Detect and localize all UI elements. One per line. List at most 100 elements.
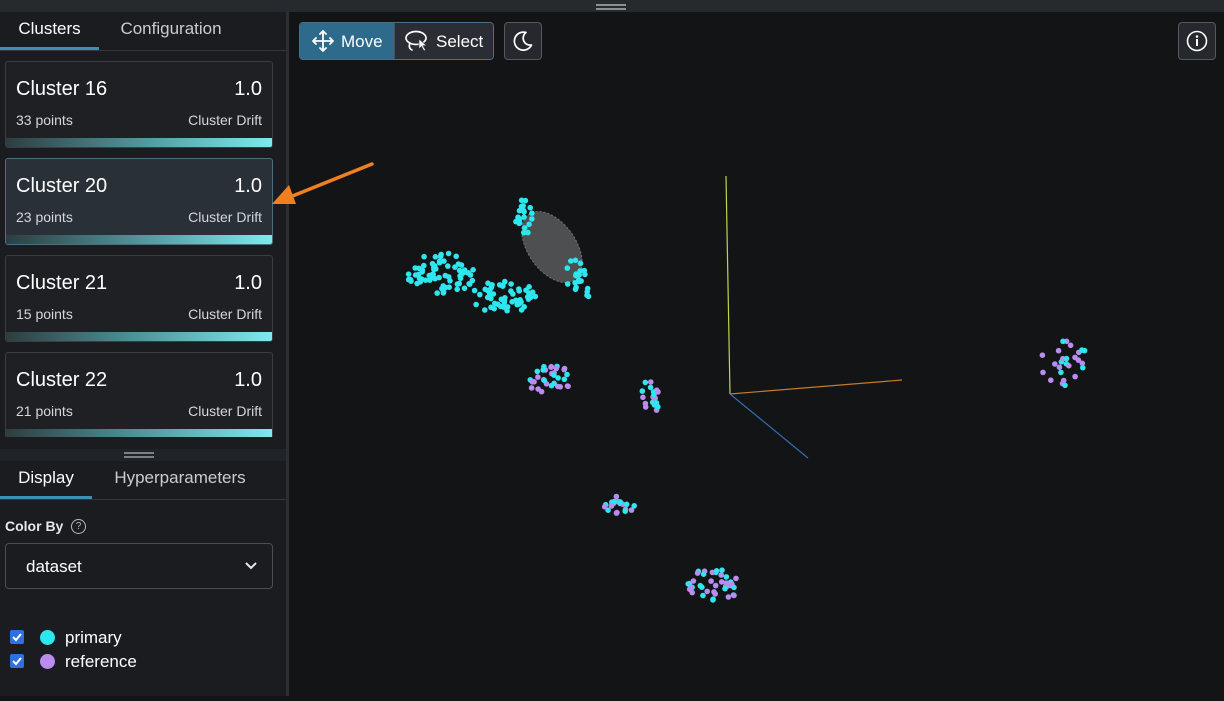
data-point[interactable] bbox=[725, 594, 732, 600]
data-point[interactable] bbox=[1062, 382, 1068, 389]
data-point[interactable] bbox=[526, 284, 532, 290]
data-point[interactable] bbox=[731, 584, 737, 591]
data-point[interactable] bbox=[495, 301, 501, 308]
data-point[interactable] bbox=[1056, 364, 1063, 371]
data-point[interactable] bbox=[654, 404, 661, 410]
data-point[interactable] bbox=[640, 394, 646, 401]
data-point[interactable] bbox=[534, 368, 541, 375]
data-point[interactable] bbox=[623, 501, 630, 508]
data-point[interactable] bbox=[421, 253, 427, 260]
data-point[interactable] bbox=[565, 383, 571, 390]
data-point[interactable] bbox=[516, 220, 522, 227]
data-point[interactable] bbox=[1072, 373, 1078, 380]
data-point[interactable] bbox=[421, 262, 427, 269]
cluster-card-21[interactable]: Cluster 21 1.0 15 points Cluster Drift bbox=[5, 255, 273, 342]
data-point[interactable] bbox=[601, 504, 608, 510]
data-point[interactable] bbox=[510, 291, 516, 297]
cluster-card-16[interactable]: Cluster 16 1.0 33 points Cluster Drift bbox=[5, 61, 273, 148]
resize-grip-icon[interactable] bbox=[124, 452, 154, 458]
data-point[interactable] bbox=[622, 508, 628, 514]
data-point[interactable] bbox=[477, 291, 483, 298]
resize-grip-icon[interactable] bbox=[596, 4, 626, 10]
theme-toggle-button[interactable] bbox=[504, 22, 542, 60]
top-resize-bar[interactable] bbox=[0, 0, 1224, 12]
data-point[interactable] bbox=[526, 221, 532, 228]
data-point[interactable] bbox=[471, 287, 478, 294]
data-point[interactable] bbox=[526, 290, 532, 296]
data-point[interactable] bbox=[535, 386, 541, 392]
reference-checkbox[interactable] bbox=[10, 654, 24, 668]
data-point[interactable] bbox=[427, 277, 433, 283]
data-point[interactable] bbox=[434, 290, 440, 296]
data-point[interactable] bbox=[502, 295, 508, 301]
data-point[interactable] bbox=[532, 293, 539, 300]
data-point[interactable] bbox=[731, 592, 737, 599]
data-point[interactable] bbox=[708, 578, 714, 584]
data-point[interactable] bbox=[452, 264, 458, 270]
data-point[interactable] bbox=[561, 376, 568, 383]
data-point[interactable] bbox=[466, 281, 473, 288]
data-point[interactable] bbox=[699, 584, 705, 590]
data-point[interactable] bbox=[529, 379, 536, 385]
data-point[interactable] bbox=[642, 379, 649, 386]
data-point[interactable] bbox=[1066, 362, 1072, 369]
data-point[interactable] bbox=[561, 366, 567, 373]
data-point[interactable] bbox=[723, 580, 730, 586]
data-point[interactable] bbox=[723, 574, 730, 580]
data-point[interactable] bbox=[541, 363, 547, 370]
cluster-list[interactable]: Cluster 16 1.0 33 points Cluster Drift C… bbox=[0, 51, 286, 437]
data-point[interactable] bbox=[614, 509, 620, 516]
data-point[interactable] bbox=[438, 251, 444, 258]
data-point[interactable] bbox=[719, 567, 725, 573]
data-point[interactable] bbox=[694, 570, 701, 576]
data-point[interactable] bbox=[1052, 361, 1058, 367]
data-point[interactable] bbox=[642, 404, 649, 410]
data-point[interactable] bbox=[1063, 355, 1070, 362]
data-point[interactable] bbox=[733, 575, 739, 582]
data-point[interactable] bbox=[710, 597, 716, 603]
data-point[interactable] bbox=[1055, 347, 1062, 354]
data-point[interactable] bbox=[700, 592, 706, 599]
data-point[interactable] bbox=[529, 216, 535, 222]
data-point[interactable] bbox=[617, 499, 623, 505]
data-point[interactable] bbox=[470, 267, 476, 273]
data-point[interactable] bbox=[445, 263, 451, 269]
data-point[interactable] bbox=[528, 385, 535, 391]
data-point[interactable] bbox=[502, 278, 508, 285]
data-point[interactable] bbox=[577, 260, 584, 267]
cluster-card-20[interactable]: Cluster 20 1.0 23 points Cluster Drift bbox=[5, 158, 273, 245]
data-point[interactable] bbox=[712, 582, 719, 589]
data-point[interactable] bbox=[711, 589, 717, 595]
data-point[interactable] bbox=[436, 274, 442, 281]
color-by-select[interactable]: dataset bbox=[5, 543, 273, 589]
data-point[interactable] bbox=[718, 572, 724, 578]
data-point[interactable] bbox=[457, 275, 464, 282]
data-point[interactable] bbox=[408, 278, 414, 284]
data-point[interactable] bbox=[456, 280, 462, 287]
data-point[interactable] bbox=[417, 279, 424, 285]
data-point[interactable] bbox=[581, 267, 588, 274]
data-point[interactable] bbox=[573, 284, 579, 291]
data-point[interactable] bbox=[432, 263, 438, 269]
data-point[interactable] bbox=[655, 389, 661, 395]
data-point[interactable] bbox=[1067, 342, 1074, 349]
data-point[interactable] bbox=[482, 307, 488, 313]
data-point[interactable] bbox=[518, 197, 525, 204]
data-point[interactable] bbox=[509, 299, 515, 305]
data-point[interactable] bbox=[551, 380, 557, 387]
info-button[interactable] bbox=[1178, 22, 1216, 60]
data-point[interactable] bbox=[576, 278, 582, 285]
data-point[interactable] bbox=[1079, 347, 1085, 353]
data-point[interactable] bbox=[525, 229, 531, 236]
data-point[interactable] bbox=[491, 305, 497, 312]
data-point[interactable] bbox=[700, 571, 707, 577]
data-point[interactable] bbox=[440, 283, 447, 289]
data-point[interactable] bbox=[564, 371, 570, 378]
data-point[interactable] bbox=[521, 225, 528, 231]
data-point[interactable] bbox=[1060, 338, 1066, 345]
data-point[interactable] bbox=[527, 204, 533, 211]
data-point[interactable] bbox=[521, 214, 527, 220]
help-icon[interactable]: ? bbox=[71, 519, 86, 534]
data-point[interactable] bbox=[454, 286, 460, 293]
data-point[interactable] bbox=[1039, 352, 1046, 359]
